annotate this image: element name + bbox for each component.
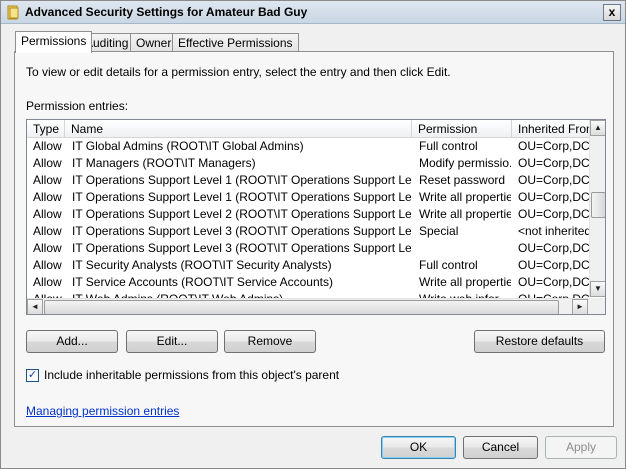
scrollbar-corner bbox=[589, 298, 605, 314]
entry-type: Allow bbox=[33, 207, 62, 221]
entry-inherited-from: OU=Corp,DC=... bbox=[518, 275, 589, 289]
list-item[interactable]: Allow IT Security Analysts (ROOT\IT Secur… bbox=[27, 257, 589, 274]
entry-permission: Special bbox=[419, 224, 459, 238]
entry-type: Allow bbox=[33, 173, 62, 187]
list-item[interactable]: AllowIT Web Admins (ROOT\IT Web Admins)W… bbox=[27, 291, 589, 298]
entry-name: IT Service Accounts (ROOT\IT Service Acc… bbox=[72, 275, 333, 289]
vertical-scrollbar[interactable]: ▲ ▼ bbox=[589, 120, 605, 297]
remove-button[interactable]: Remove bbox=[224, 330, 316, 353]
horizontal-scrollbar[interactable]: ◄ ► bbox=[27, 298, 589, 314]
scroll-right-button[interactable]: ► bbox=[572, 299, 588, 314]
list-item[interactable]: Allow IT Global Admins (ROOT\IT Global Ad… bbox=[27, 138, 589, 155]
vertical-scroll-thumb[interactable] bbox=[591, 192, 605, 218]
entry-permission: Write all properties bbox=[419, 207, 511, 221]
list-item[interactable]: Allow IT Operations Support Level 1 (ROOT… bbox=[27, 172, 589, 189]
entry-inherited-from: OU=Corp,DC=... bbox=[518, 258, 589, 272]
entry-inherited-from: OU=Corp,DC=... bbox=[518, 173, 589, 187]
close-button[interactable]: x bbox=[603, 4, 621, 21]
add-button[interactable]: Add... bbox=[26, 330, 118, 353]
list-item[interactable]: Allow IT Operations Support Level 1 (ROOT… bbox=[27, 189, 589, 206]
edit-button[interactable]: Edit... bbox=[126, 330, 218, 353]
tab-effective-permissions[interactable]: Effective Permissions bbox=[172, 33, 299, 52]
entry-inherited-from: OU=Corp,DC=... bbox=[518, 139, 589, 153]
list-body: Allow IT Global Admins (ROOT\IT Global Ad… bbox=[27, 138, 589, 298]
permission-entries-list[interactable]: Type Name Permission Inherited From Allo… bbox=[26, 119, 606, 315]
entry-permission: Modify permissio... bbox=[419, 156, 511, 170]
advanced-security-settings-dialog: Advanced Security Settings for Amateur B… bbox=[0, 0, 626, 469]
include-inheritable-label: Include inheritable permissions from thi… bbox=[44, 368, 340, 382]
include-inheritable-checkbox[interactable]: ✓ bbox=[26, 369, 39, 382]
managing-permission-entries-link[interactable]: Managing permission entries bbox=[26, 404, 179, 418]
column-header-inherited-from[interactable]: Inherited From bbox=[512, 120, 589, 138]
list-header: Type Name Permission Inherited From bbox=[27, 120, 589, 138]
help-text: To view or edit details for a permission… bbox=[26, 65, 451, 79]
entry-inherited-from: OU=Corp,DC=... bbox=[518, 156, 589, 170]
entry-name: IT Operations Support Level 3 (ROOT\IT O… bbox=[72, 241, 411, 255]
entry-inherited-from: OU=Corp,DC=... bbox=[518, 241, 589, 255]
entry-name: IT Operations Support Level 1 (ROOT\IT O… bbox=[72, 190, 411, 204]
restore-defaults-button[interactable]: Restore defaults bbox=[474, 330, 605, 353]
ok-button[interactable]: OK bbox=[381, 436, 456, 459]
entry-type: Allow bbox=[33, 190, 62, 204]
list-item[interactable]: Allow IT Operations Support Level 2 (ROOT… bbox=[27, 206, 589, 223]
entry-name: IT Security Analysts (ROOT\IT Security A… bbox=[72, 258, 332, 272]
entry-name: IT Operations Support Level 2 (ROOT\IT O… bbox=[72, 207, 411, 221]
scroll-up-button[interactable]: ▲ bbox=[590, 120, 605, 136]
apply-button[interactable]: Apply bbox=[545, 436, 617, 459]
entry-name: IT Operations Support Level 1 (ROOT\IT O… bbox=[72, 173, 411, 187]
list-item[interactable]: Allow IT Operations Support Level 3 (ROOT… bbox=[27, 240, 589, 257]
tab-owner[interactable]: Owner bbox=[130, 33, 178, 52]
entry-inherited-from: OU=Corp,DC=... bbox=[518, 190, 589, 204]
column-header-type[interactable]: Type bbox=[27, 120, 65, 138]
window-title: Advanced Security Settings for Amateur B… bbox=[25, 5, 308, 19]
scroll-down-button[interactable]: ▼ bbox=[590, 281, 605, 297]
permissions-tab-panel: To view or edit details for a permission… bbox=[14, 51, 614, 427]
entry-type: Allow bbox=[33, 224, 62, 238]
entry-type: Allow bbox=[33, 241, 62, 255]
entry-permission: Reset password bbox=[419, 173, 506, 187]
title-bar[interactable]: Advanced Security Settings for Amateur B… bbox=[1, 1, 625, 24]
entry-permission: Write all properties bbox=[419, 190, 511, 204]
folder-icon bbox=[7, 5, 19, 20]
list-item[interactable]: Allow IT Managers (ROOT\IT Managers) Modif… bbox=[27, 155, 589, 172]
scroll-left-button[interactable]: ◄ bbox=[27, 299, 43, 314]
entry-type: Allow bbox=[33, 156, 62, 170]
entry-name: IT Operations Support Level 3 (ROOT\IT O… bbox=[72, 224, 411, 238]
horizontal-scroll-thumb[interactable] bbox=[44, 300, 559, 314]
column-header-name[interactable]: Name bbox=[65, 120, 412, 138]
permission-entries-label: Permission entries: bbox=[26, 99, 129, 113]
checkmark-icon: ✓ bbox=[27, 369, 38, 381]
entry-permission: Write all properties bbox=[419, 275, 511, 289]
entry-permission: Full control bbox=[419, 139, 478, 153]
entry-inherited-from: OU=Corp,DC=... bbox=[518, 207, 589, 221]
entry-type: Allow bbox=[33, 258, 62, 272]
entry-name: IT Managers (ROOT\IT Managers) bbox=[72, 156, 256, 170]
entry-name: IT Global Admins (ROOT\IT Global Admins) bbox=[72, 139, 304, 153]
cancel-button[interactable]: Cancel bbox=[463, 436, 538, 459]
entry-type: Allow bbox=[33, 275, 62, 289]
column-header-permission[interactable]: Permission bbox=[412, 120, 512, 138]
tab-permissions[interactable]: Permissions bbox=[15, 31, 93, 53]
list-item[interactable]: Allow IT Operations Support Level 3 (ROOT… bbox=[27, 223, 589, 240]
entry-inherited-from: <not inherited> bbox=[518, 224, 589, 238]
entry-type: Allow bbox=[33, 139, 62, 153]
list-item[interactable]: Allow IT Service Accounts (ROOT\IT Servic… bbox=[27, 274, 589, 291]
entry-permission: Full control bbox=[419, 258, 478, 272]
